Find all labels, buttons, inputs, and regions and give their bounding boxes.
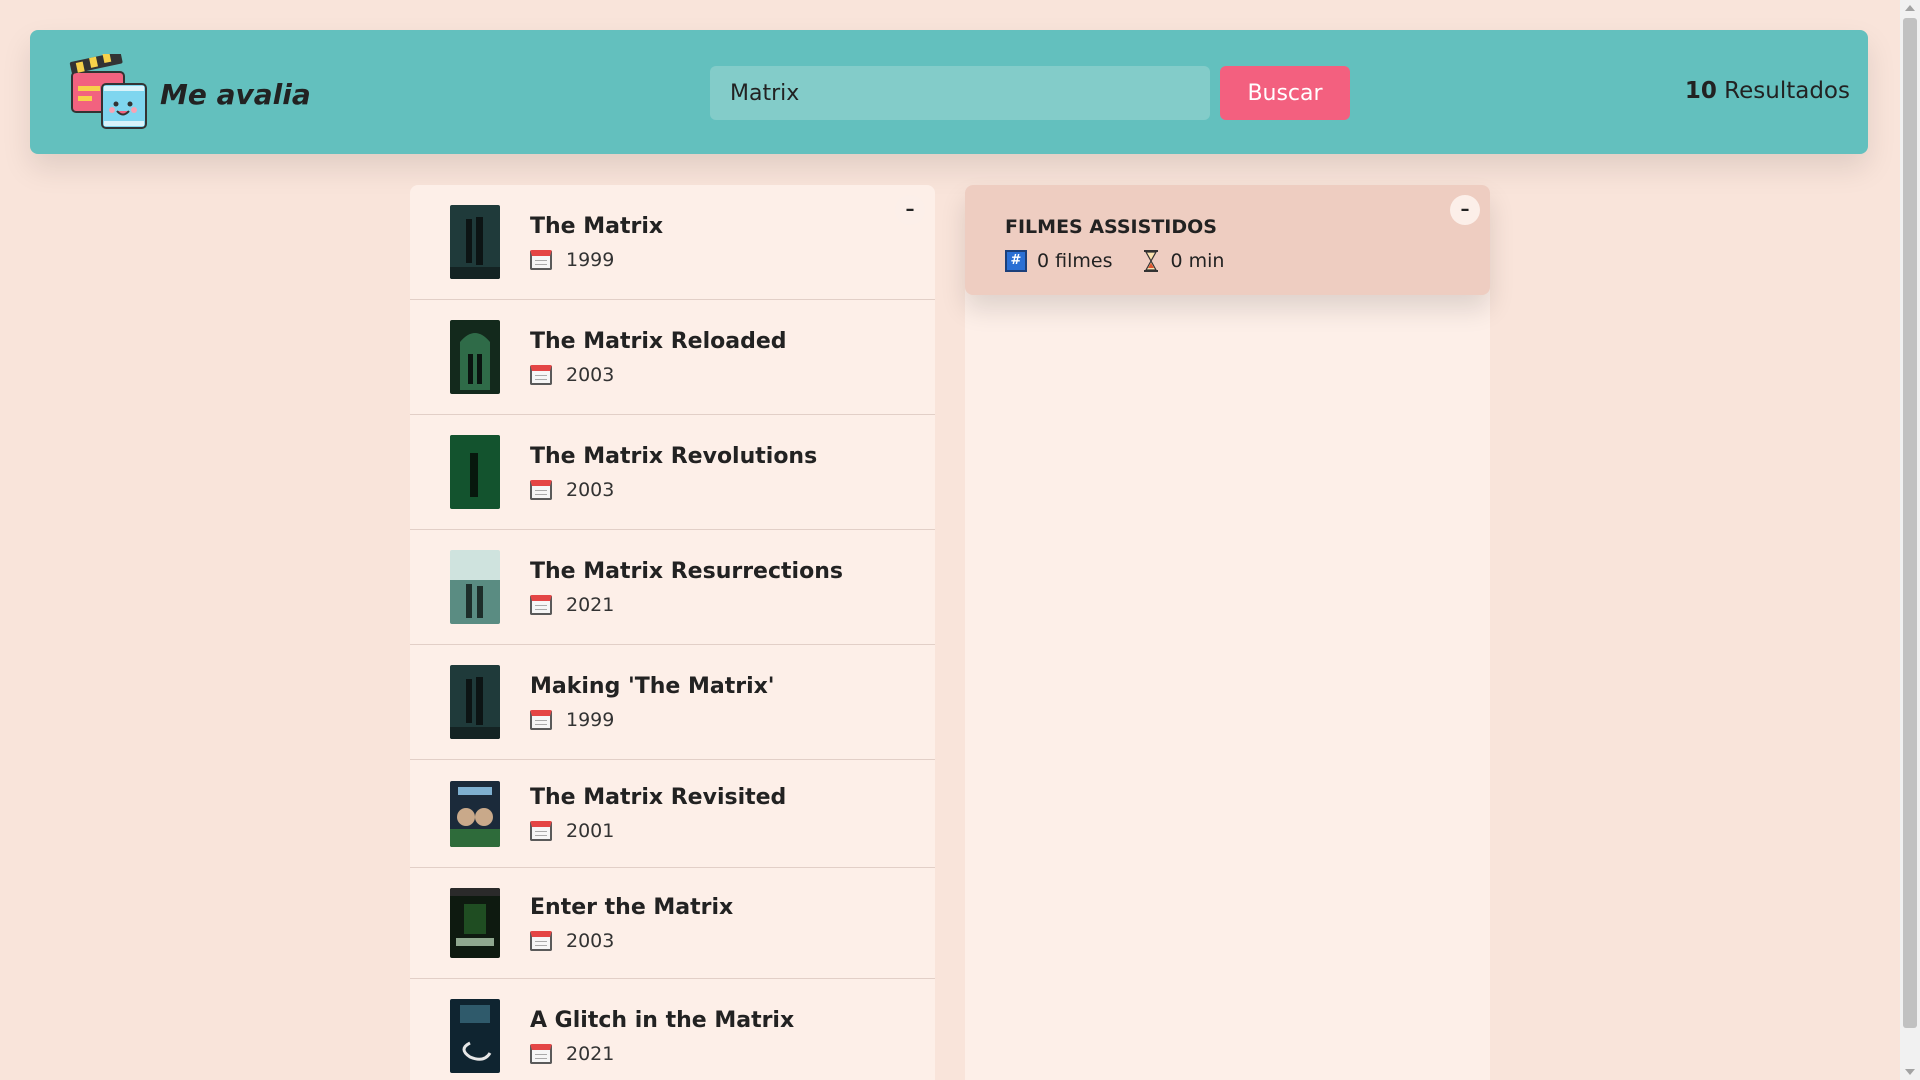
results-number: 10: [1684, 78, 1717, 104]
watched-stats: # 0 filmes 0 min: [1005, 249, 1224, 273]
calendar-icon: [530, 930, 552, 951]
collapse-list-button[interactable]: –: [895, 195, 925, 225]
page: Me avalia Buscar 10 Resultados – The Mat…: [0, 0, 1920, 1080]
movie-poster: [450, 888, 500, 958]
hourglass-icon: [1144, 250, 1159, 272]
movie-title: The Matrix: [530, 213, 664, 239]
movie-item[interactable]: The Matrix Revolutions 2003: [410, 415, 935, 530]
movie-title: The Matrix Reloaded: [530, 328, 787, 354]
minutes-total: 0 min: [1170, 250, 1225, 272]
movie-title: Enter the Matrix: [530, 894, 734, 920]
watched-summary: – FILMES ASSISTIDOS # 0 filmes 0 min: [965, 185, 1490, 295]
collapse-watched-button[interactable]: –: [1450, 195, 1480, 225]
movie-year: 2003: [566, 478, 615, 501]
movie-title: The Matrix Resurrections: [530, 558, 843, 584]
movie-item[interactable]: Enter the Matrix 2003: [410, 868, 935, 979]
scroll-up-icon[interactable]: [1905, 5, 1915, 11]
calendar-icon: [530, 364, 552, 385]
movie-item[interactable]: The Matrix 1999: [410, 185, 935, 300]
movie-title: The Matrix Revisited: [530, 785, 787, 810]
logo: Me avalia: [68, 51, 311, 134]
calendar-icon: [530, 479, 552, 500]
calendar-icon: [530, 709, 552, 730]
movie-title: A Glitch in the Matrix: [530, 1007, 795, 1033]
calendar-icon: [530, 821, 552, 841]
movie-poster: [450, 320, 500, 394]
movie-poster: [450, 780, 500, 847]
app-name: Me avalia: [160, 77, 311, 111]
results-label: Resultados: [1724, 78, 1850, 104]
movie-list-panel: – The Matrix 1999 The Matrix Reloaded 20…: [410, 185, 935, 1080]
movie-year: 1999: [566, 248, 615, 271]
search-input[interactable]: [710, 66, 1210, 120]
movie-poster: [450, 435, 500, 509]
results-count: 10 Resultados: [1685, 78, 1850, 104]
movie-title: Making 'The Matrix': [530, 673, 775, 699]
movie-poster: [450, 205, 500, 279]
movie-year: 2001: [566, 820, 615, 842]
search-button[interactable]: Buscar: [1220, 66, 1350, 120]
movie-year: 2021: [566, 1042, 615, 1065]
movie-year: 2021: [566, 593, 615, 616]
watched-title: FILMES ASSISTIDOS: [1005, 216, 1217, 238]
movie-poster: [450, 550, 500, 624]
calendar-icon: [530, 1043, 552, 1064]
calendar-icon: [530, 249, 552, 270]
app-header: Me avalia Buscar 10 Resultados: [30, 30, 1868, 154]
movie-year: 2003: [566, 363, 615, 386]
scroll-down-icon[interactable]: [1905, 1069, 1915, 1075]
movie-item[interactable]: Making 'The Matrix' 1999: [410, 645, 935, 760]
page-scrollbar[interactable]: [1900, 0, 1920, 1080]
movie-item[interactable]: A Glitch in the Matrix 2021: [410, 979, 935, 1080]
hash-icon: #: [1005, 250, 1027, 272]
movie-year: 2003: [566, 929, 615, 952]
movie-item[interactable]: The Matrix Resurrections 2021: [410, 530, 935, 645]
calendar-icon: [530, 594, 552, 615]
scroll-thumb[interactable]: [1903, 18, 1917, 1028]
movie-year: 1999: [566, 708, 615, 731]
movie-item[interactable]: The Matrix Revisited 2001: [410, 760, 935, 868]
movie-poster: [450, 999, 500, 1073]
movie-poster: [450, 665, 500, 739]
movie-item[interactable]: The Matrix Reloaded 2003: [410, 300, 935, 415]
watched-panel: – FILMES ASSISTIDOS # 0 filmes 0 min: [965, 185, 1490, 1080]
movie-title: The Matrix Revolutions: [530, 443, 818, 469]
films-count: 0 filmes: [1037, 250, 1113, 272]
clapperboard-logo-icon: [68, 51, 152, 134]
